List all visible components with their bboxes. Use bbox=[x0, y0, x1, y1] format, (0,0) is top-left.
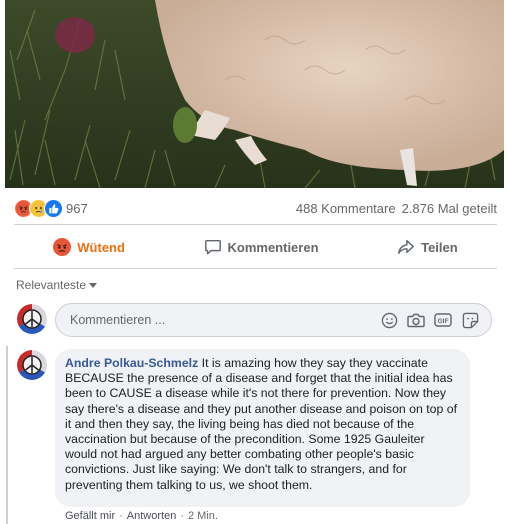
share-count[interactable]: 2.876 Mal geteilt bbox=[402, 201, 497, 216]
separator: · bbox=[180, 510, 184, 522]
chevron-down-icon bbox=[89, 283, 98, 288]
emoji-icon[interactable] bbox=[380, 311, 398, 329]
svg-text:GIF: GIF bbox=[438, 318, 449, 325]
post-stats: 967 488 Kommentare 2.876 Mal geteilt bbox=[14, 196, 497, 220]
post-card: 967 488 Kommentare 2.876 Mal geteilt Wüt… bbox=[4, 0, 505, 524]
sticker-icon[interactable] bbox=[461, 311, 479, 329]
avatar[interactable] bbox=[17, 304, 47, 334]
share-label: Teilen bbox=[421, 239, 458, 255]
comment-author[interactable]: Andre Polkau-Schmelz bbox=[65, 356, 198, 370]
camera-icon[interactable] bbox=[407, 311, 425, 329]
angry-icon bbox=[53, 238, 72, 256]
comment-bubble: Andre Polkau-Schmelz It is amazing how t… bbox=[55, 349, 470, 507]
comment-text: It is amazing how they say they vaccinat… bbox=[65, 356, 458, 492]
comment-label: Kommentieren bbox=[227, 239, 319, 255]
thread-line bbox=[6, 346, 8, 524]
comment-count[interactable]: 488 Kommentare bbox=[296, 201, 396, 216]
comment-icon bbox=[204, 239, 221, 255]
gif-icon[interactable]: GIF bbox=[434, 311, 452, 329]
divider bbox=[14, 268, 497, 269]
share-icon bbox=[398, 239, 415, 255]
reactions-summary[interactable]: 967 bbox=[14, 198, 88, 218]
react-label: Wütend bbox=[77, 239, 125, 255]
reply-link[interactable]: Antworten bbox=[127, 510, 177, 522]
comment-time[interactable]: 2 Min. bbox=[188, 510, 218, 522]
comment-meta: Gefällt mir · Antworten · 2 Min. bbox=[65, 510, 218, 522]
reaction-count: 967 bbox=[66, 200, 88, 216]
comment-composer[interactable]: GIF bbox=[55, 303, 492, 337]
divider bbox=[14, 224, 497, 225]
like-reaction-icon bbox=[44, 198, 63, 218]
comment-input[interactable] bbox=[68, 312, 380, 328]
separator: · bbox=[119, 510, 123, 522]
share-button[interactable]: Teilen bbox=[379, 234, 476, 260]
comment-button[interactable]: Kommentieren bbox=[186, 234, 337, 260]
post-actions: Wütend Kommentieren Teilen bbox=[14, 232, 497, 262]
post-image[interactable] bbox=[5, 0, 504, 188]
react-button[interactable]: Wütend bbox=[35, 234, 143, 260]
avatar[interactable] bbox=[17, 350, 47, 380]
like-comment-link[interactable]: Gefällt mir bbox=[65, 510, 115, 522]
sort-label: Relevanteste bbox=[16, 278, 87, 292]
comment-sort-dropdown[interactable]: Relevanteste bbox=[16, 278, 98, 292]
